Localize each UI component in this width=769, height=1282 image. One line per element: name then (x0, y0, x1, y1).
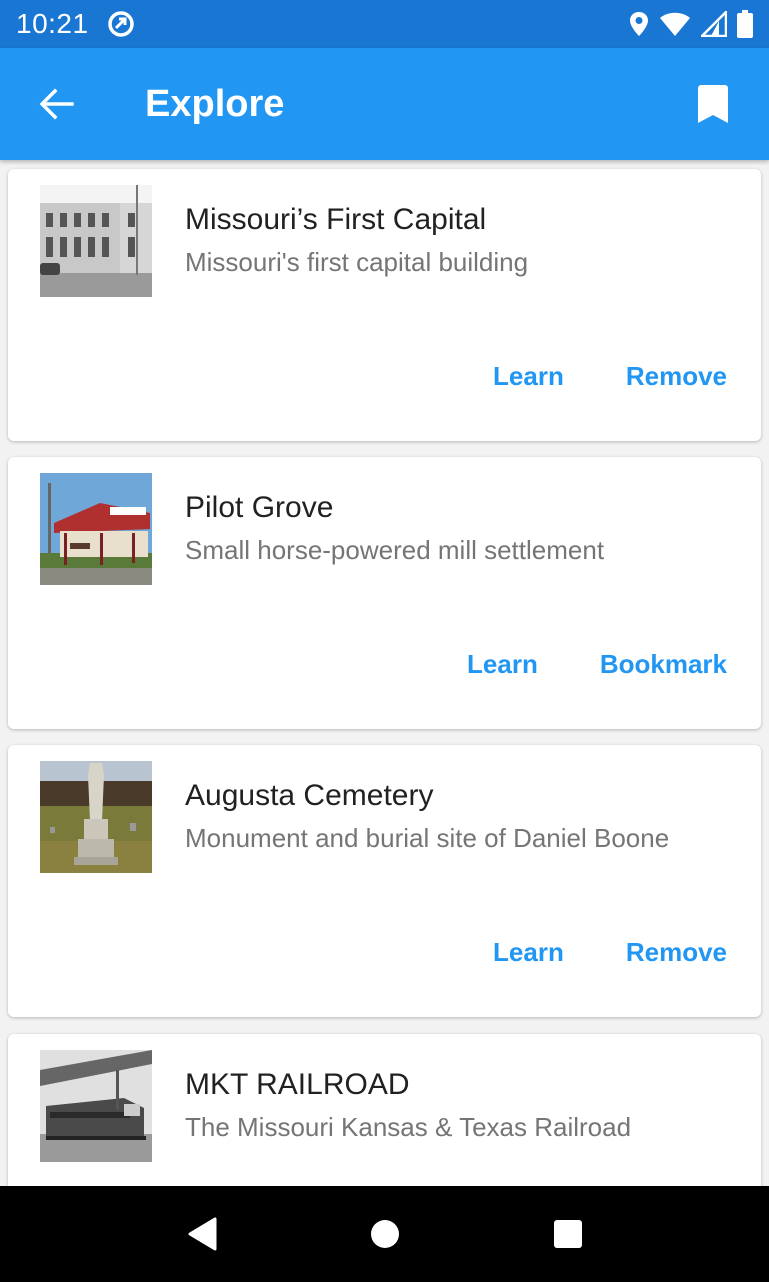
arrow-back-icon (39, 88, 74, 120)
cell-signal-icon (701, 11, 727, 37)
place-subtitle: The Missouri Kansas & Texas Railroad (185, 1112, 632, 1142)
nav-home-button[interactable] (355, 1204, 415, 1264)
monument-photo (40, 761, 152, 873)
place-card: Pilot Grove Small horse-powered mill set… (8, 457, 761, 729)
place-subtitle: Small horse-powered mill settlement (185, 535, 605, 565)
app-bar: Explore (0, 48, 769, 160)
square-recents-icon (553, 1220, 582, 1248)
notification-app-icon (107, 11, 134, 37)
place-card: Missouri’s First Capital Missouri's firs… (8, 169, 761, 441)
status-bar: 10:21 (0, 0, 769, 48)
place-subtitle: Monument and burial site of Daniel Boone (185, 823, 670, 853)
card-actions: Learn Bookmark (467, 649, 727, 680)
battery-icon (737, 10, 753, 38)
location-icon (630, 12, 648, 36)
place-thumbnail[interactable] (40, 761, 152, 873)
place-thumbnail[interactable] (40, 1050, 152, 1162)
back-button[interactable] (0, 48, 112, 160)
learn-button[interactable]: Learn (467, 649, 538, 680)
train-photo (40, 1050, 152, 1162)
nav-back-button[interactable] (172, 1204, 232, 1264)
wifi-icon (660, 12, 690, 36)
place-title: Missouri’s First Capital (185, 203, 487, 236)
status-time: 10:21 (16, 8, 89, 39)
bookmark-button[interactable]: Bookmark (600, 649, 727, 680)
place-subtitle: Missouri's first capital building (185, 247, 529, 277)
page-title: Explore (145, 82, 285, 125)
place-card: MKT RAILROAD The Missouri Kansas & Texas… (8, 1034, 761, 1186)
system-nav-bar (0, 1186, 769, 1282)
card-actions: Learn Remove (493, 937, 727, 968)
triangle-back-icon (188, 1217, 216, 1251)
place-card: Augusta Cemetery Monument and burial sit… (8, 745, 761, 1017)
bookmark-icon (698, 85, 728, 123)
place-title: Pilot Grove (185, 491, 334, 524)
place-title: Augusta Cemetery (185, 779, 434, 812)
bookmarks-button[interactable] (657, 48, 769, 160)
card-actions: Learn Remove (493, 361, 727, 392)
place-thumbnail[interactable] (40, 473, 152, 585)
places-list[interactable]: Missouri’s First Capital Missouri's firs… (0, 160, 769, 1186)
nav-recents-button[interactable] (538, 1204, 598, 1264)
place-title: MKT RAILROAD (185, 1068, 410, 1101)
status-icons (629, 10, 753, 38)
depot-photo (40, 473, 152, 585)
building-photo (40, 185, 152, 297)
place-thumbnail[interactable] (40, 185, 152, 297)
learn-button[interactable]: Learn (493, 937, 564, 968)
remove-button[interactable]: Remove (626, 361, 727, 392)
circle-home-icon (370, 1220, 399, 1248)
remove-button[interactable]: Remove (626, 937, 727, 968)
learn-button[interactable]: Learn (493, 361, 564, 392)
